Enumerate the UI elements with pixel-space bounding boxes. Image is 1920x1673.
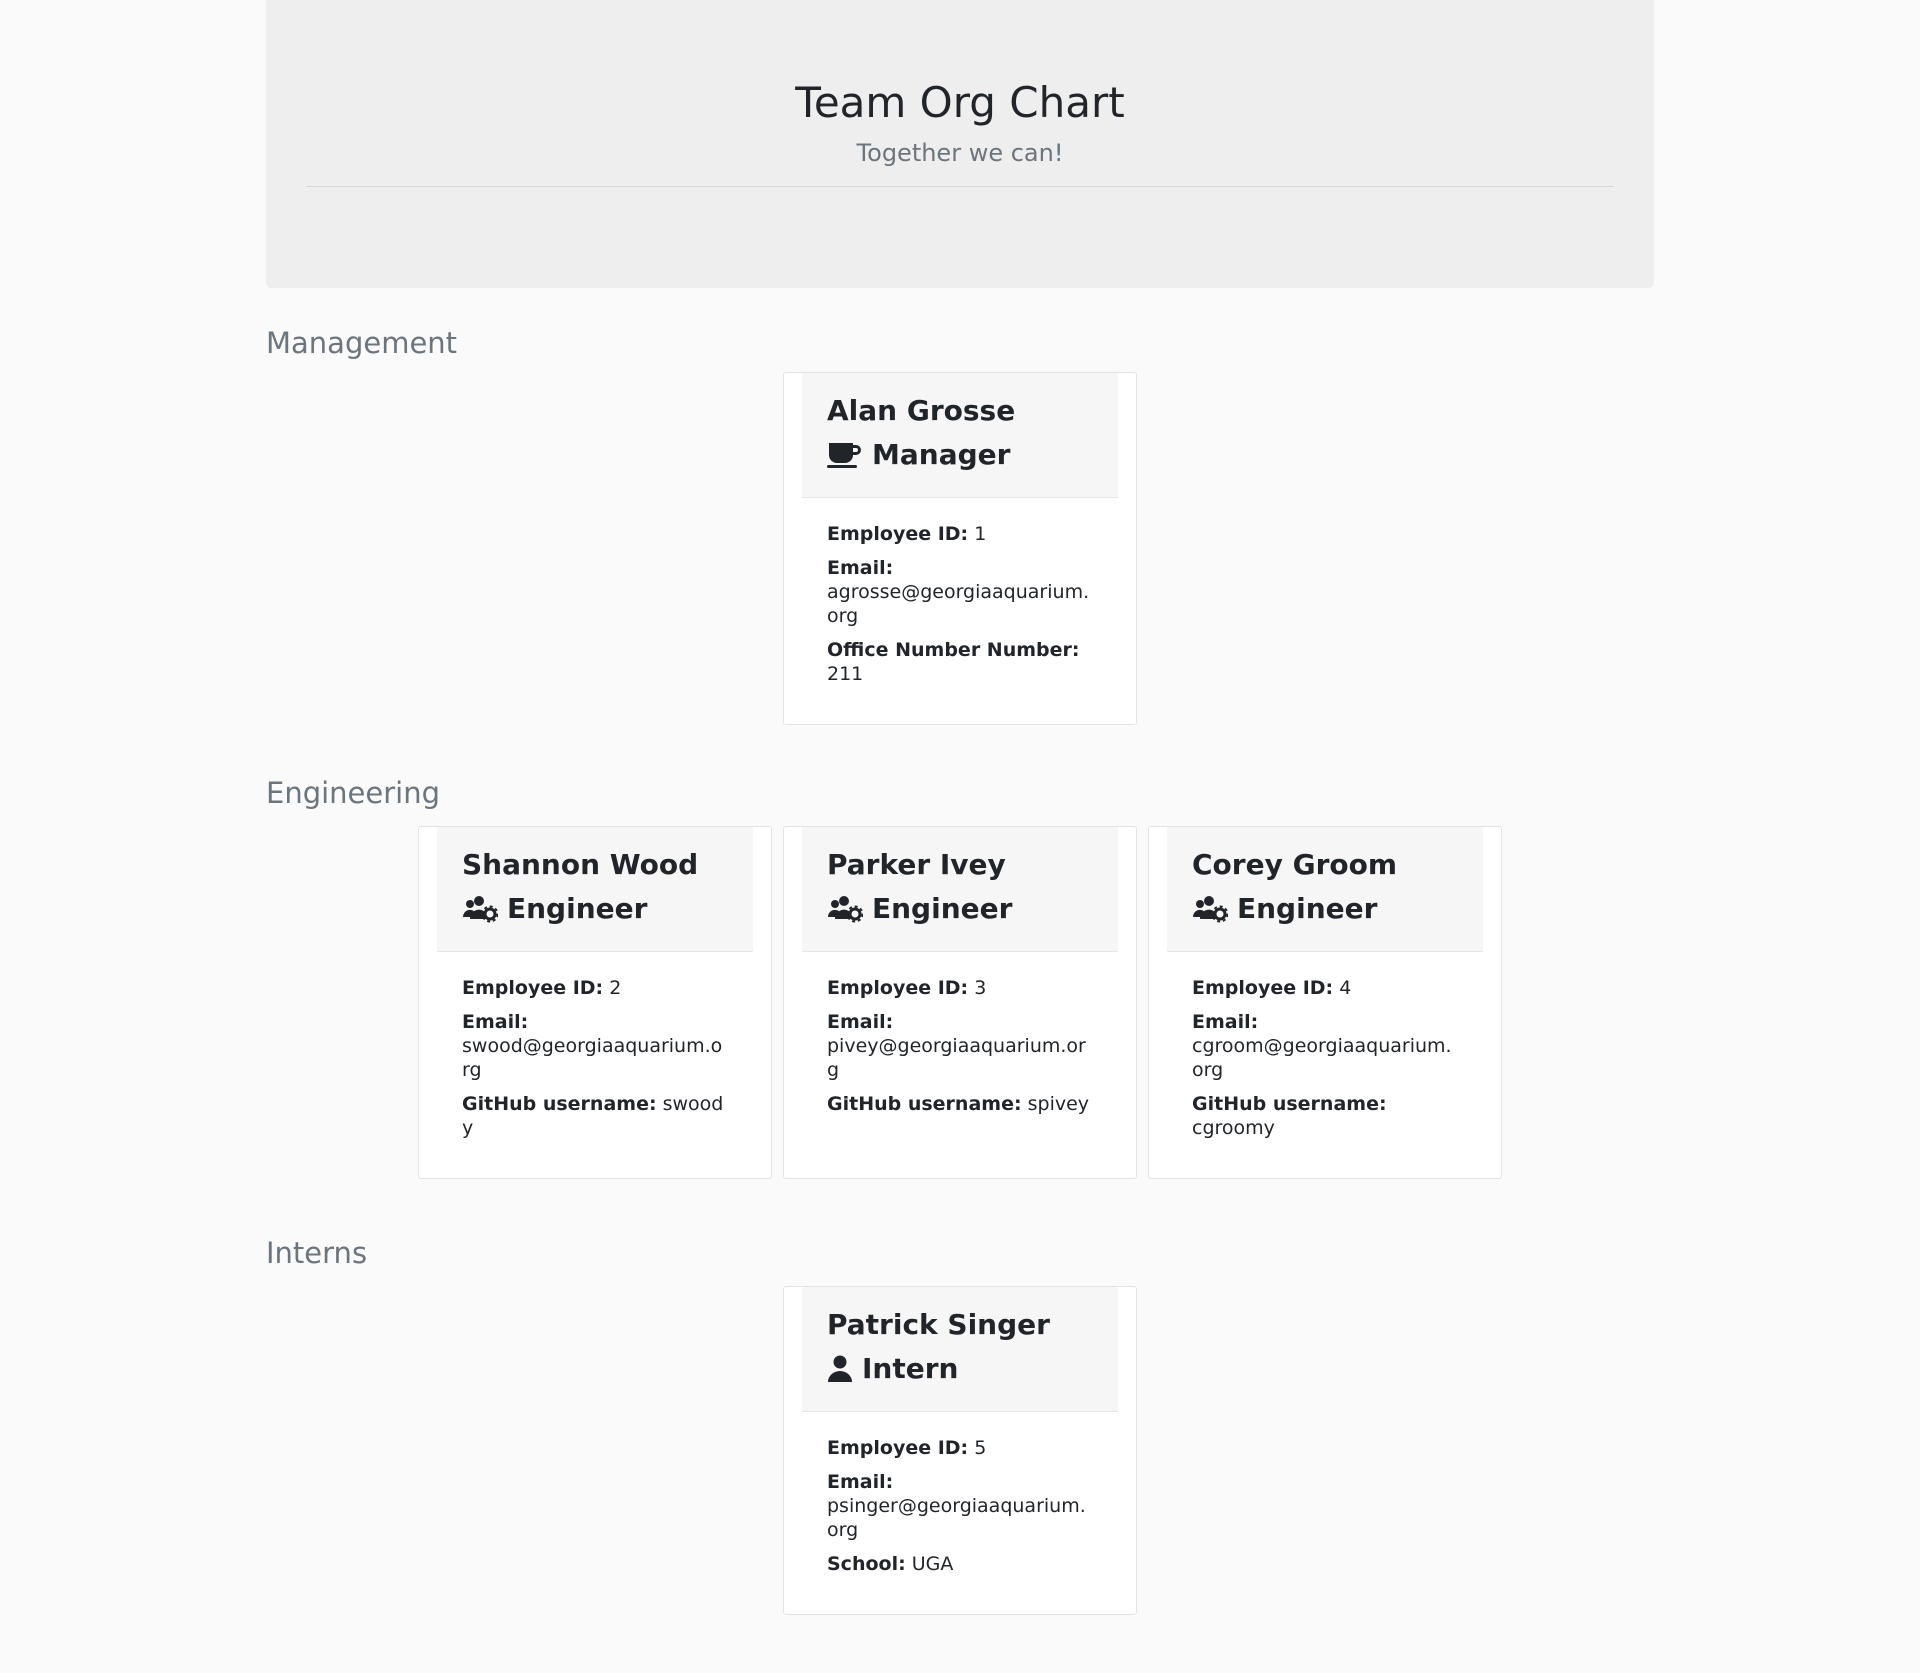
employee-card: Parker Ivey Engineer Employee ID: 3 Emai… [783, 826, 1137, 1179]
card-header: Patrick Singer Intern [802, 1287, 1118, 1412]
card-body: Employee ID: 3 Email: pivey@georgiaaquari… [802, 952, 1118, 1116]
employee-id-field: Employee ID: 4 [1192, 976, 1458, 1000]
employee-role: Engineer [827, 887, 1094, 931]
employee-id-field: Employee ID: 2 [462, 976, 728, 1000]
users-cog-icon [827, 895, 863, 923]
employee-id-label: Employee ID: [462, 977, 604, 999]
office-number-field: Office Number Number: 211 [827, 638, 1093, 686]
card-header: Alan Grosse Manager [802, 373, 1118, 498]
employee-id-value: 2 [609, 977, 622, 999]
section-title-management: Management [266, 326, 458, 360]
employee-card: Corey Groom Engineer Employee ID: 4 Emai… [1148, 826, 1502, 1179]
employee-email-label: Email: [827, 557, 894, 579]
page-container: Team Org Chart Together we can! Manageme… [266, 0, 1654, 1615]
section-title-engineering: Engineering [266, 776, 440, 810]
employee-id-field: Employee ID: 5 [827, 1436, 1093, 1460]
employee-id-field: Employee ID: 3 [827, 976, 1093, 1000]
employee-name: Shannon Wood [462, 848, 699, 881]
github-link[interactable]: spivey [1028, 1093, 1089, 1115]
office-number-value: 211 [827, 663, 864, 685]
employee-email-link[interactable]: cgroom@georgiaaquarium.org [1192, 1035, 1452, 1081]
page-subtitle: Together we can! [856, 139, 1064, 167]
employee-name: Corey Groom [1192, 848, 1398, 881]
employee-id-label: Employee ID: [827, 1437, 969, 1459]
school-value: UGA [911, 1553, 954, 1575]
employee-id-value: 3 [974, 977, 987, 999]
employee-card: Alan Grosse Manager Employee ID: 1 Email… [783, 372, 1137, 725]
employee-email-field: Email: cgroom@georgiaaquarium.org [1192, 1010, 1458, 1082]
employee-id-value: 5 [974, 1437, 987, 1459]
employee-id-field: Employee ID: 1 [827, 522, 1093, 546]
school-field: School: UGA [827, 1552, 1093, 1576]
users-cog-icon [462, 895, 498, 923]
employee-id-label: Employee ID: [827, 977, 969, 999]
github-label: GitHub username: [827, 1093, 1022, 1115]
office-number-label: Office Number Number: [827, 639, 1080, 661]
github-label: GitHub username: [1192, 1093, 1387, 1115]
employee-role: Engineer [1192, 887, 1459, 931]
employee-email-field: Email: psinger@georgiaaquarium.org [827, 1470, 1093, 1542]
employee-card: Shannon Wood Engineer Employee ID: 2 Ema… [418, 826, 772, 1179]
employee-id-value: 1 [974, 523, 987, 545]
card-header: Parker Ivey Engineer [802, 827, 1118, 952]
employee-email-link[interactable]: agrosse@georgiaaquarium.org [827, 581, 1089, 627]
employee-name: Parker Ivey [827, 848, 1006, 881]
card-body: Employee ID: 5 Email: psinger@georgiaaqua… [802, 1412, 1118, 1576]
employee-name: Patrick Singer [827, 1308, 1050, 1341]
employee-id-label: Employee ID: [827, 523, 969, 545]
employee-email-field: Email: agrosse@georgiaaquarium.org [827, 556, 1093, 628]
employee-email-link[interactable]: swood@georgiaaquarium.org [462, 1035, 722, 1081]
header-divider [306, 186, 1614, 187]
employee-card: Patrick Singer Intern Employee ID: 5 Ema… [783, 1286, 1137, 1615]
employee-id-label: Employee ID: [1192, 977, 1334, 999]
header-jumbotron: Team Org Chart Together we can! [266, 0, 1654, 288]
employee-email-field: Email: swood@georgiaaquarium.org [462, 1010, 728, 1082]
employee-name: Alan Grosse [827, 394, 1016, 427]
github-field: GitHub username: spivey [827, 1092, 1093, 1116]
coffee-icon [827, 441, 863, 469]
employee-role-label: Engineer [1237, 892, 1378, 925]
employee-role: Manager [827, 433, 1094, 477]
employee-email-link[interactable]: pivey@georgiaaquarium.org [827, 1035, 1086, 1081]
github-link[interactable]: cgroomy [1192, 1117, 1275, 1139]
engineering-row: Shannon Wood Engineer Employee ID: 2 Ema… [266, 826, 1654, 1179]
card-body: Employee ID: 1 Email: agrosse@georgiaaqua… [802, 498, 1118, 686]
employee-role-label: Intern [862, 1352, 959, 1385]
employee-role-label: Engineer [507, 892, 648, 925]
user-icon [827, 1355, 853, 1383]
card-body: Employee ID: 2 Email: swood@georgiaaquari… [437, 952, 753, 1140]
employee-email-label: Email: [827, 1011, 894, 1033]
employee-email-label: Email: [827, 1471, 894, 1493]
github-label: GitHub username: [462, 1093, 657, 1115]
school-label: School: [827, 1553, 906, 1575]
interns-row: Patrick Singer Intern Employee ID: 5 Ema… [266, 1286, 1654, 1615]
employee-email-field: Email: pivey@georgiaaquarium.org [827, 1010, 1093, 1082]
employee-role-label: Manager [872, 438, 1011, 471]
card-header: Shannon Wood Engineer [437, 827, 753, 952]
employee-role: Intern [827, 1347, 1094, 1391]
users-cog-icon [1192, 895, 1228, 923]
section-title-interns: Interns [266, 1236, 368, 1270]
card-body: Employee ID: 4 Email: cgroom@georgiaaquar… [1167, 952, 1483, 1140]
employee-role-label: Engineer [872, 892, 1013, 925]
employee-id-value: 4 [1339, 977, 1352, 999]
card-header: Corey Groom Engineer [1167, 827, 1483, 952]
github-field: GitHub username: cgroomy [1192, 1092, 1458, 1140]
github-field: GitHub username: swoody [462, 1092, 728, 1140]
employee-email-link[interactable]: psinger@georgiaaquarium.org [827, 1495, 1086, 1541]
page-title: Team Org Chart [795, 78, 1125, 127]
employee-email-label: Email: [1192, 1011, 1259, 1033]
employee-role: Engineer [462, 887, 729, 931]
management-row: Alan Grosse Manager Employee ID: 1 Email… [266, 372, 1654, 725]
employee-email-label: Email: [462, 1011, 529, 1033]
